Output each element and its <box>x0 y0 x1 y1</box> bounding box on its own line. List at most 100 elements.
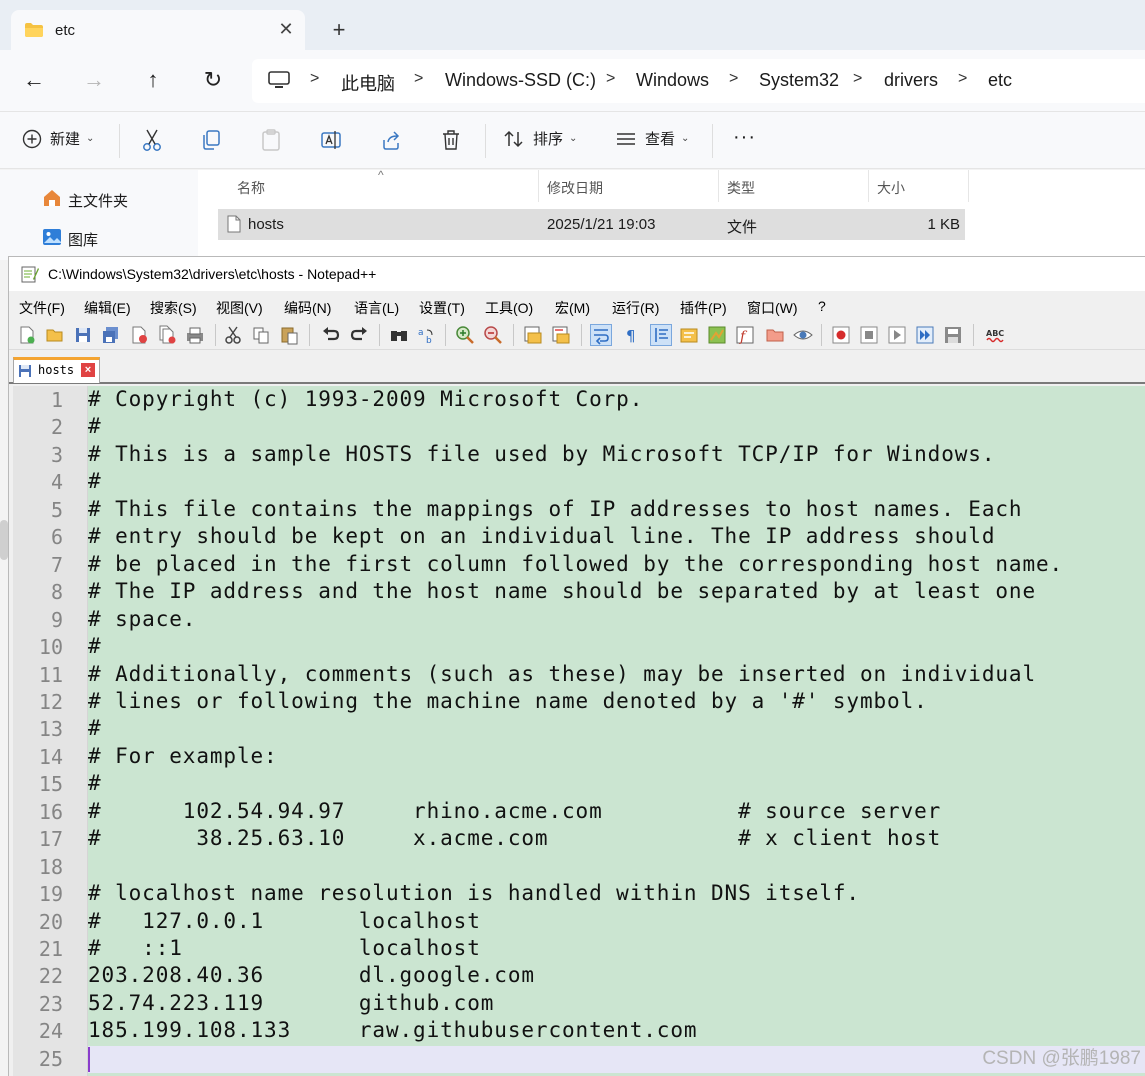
column-header-modified[interactable]: 修改日期 <box>547 178 603 198</box>
code-line[interactable]: # 38.25.63.10 x.acme.com # x client host <box>88 826 941 850</box>
menu-settings[interactable]: 设置(T) <box>419 298 465 318</box>
new-file-icon[interactable] <box>17 325 37 345</box>
save-macro-icon[interactable] <box>943 325 963 345</box>
code-line[interactable]: # <box>88 469 102 493</box>
record-macro-icon[interactable] <box>831 325 851 345</box>
paste-icon[interactable] <box>260 128 282 152</box>
cut-icon[interactable] <box>141 128 163 152</box>
code-line[interactable]: # 102.54.94.97 rhino.acme.com # source s… <box>88 799 941 823</box>
sort-button[interactable]: 排序 ⌄ <box>503 128 577 154</box>
find-icon[interactable] <box>389 325 409 345</box>
breadcrumb-this-pc[interactable]: 此电脑 <box>341 70 395 96</box>
delete-icon[interactable] <box>440 128 462 152</box>
menu-macro[interactable]: 宏(M) <box>555 298 590 318</box>
menu-help[interactable]: ? <box>818 298 826 314</box>
paste-icon[interactable] <box>279 325 299 345</box>
code-line[interactable]: # be placed in the first column followed… <box>88 552 1063 576</box>
new-button[interactable]: 新建 ⌄ <box>22 128 94 154</box>
stop-macro-icon[interactable] <box>859 325 879 345</box>
replace-icon[interactable]: ab <box>417 325 437 345</box>
breadcrumb-drivers[interactable]: drivers <box>884 70 938 91</box>
copy-icon[interactable] <box>251 325 271 345</box>
monitoring-eye-icon[interactable] <box>793 325 813 345</box>
undo-icon[interactable] <box>321 325 341 345</box>
refresh-icon[interactable]: ↻ <box>197 65 229 97</box>
redo-icon[interactable] <box>349 325 369 345</box>
code-line[interactable]: # entry should be kept on an individual … <box>88 524 995 548</box>
code-line[interactable]: # 127.0.0.1 localhost <box>88 909 481 933</box>
code-line[interactable]: # Copyright (c) 1993-2009 Microsoft Corp… <box>88 387 643 411</box>
back-arrow-icon[interactable]: ← <box>18 65 50 97</box>
indent-guide-icon[interactable] <box>650 324 672 346</box>
code-line[interactable]: # ::1 localhost <box>88 936 481 960</box>
user-defined-language-icon[interactable] <box>679 325 699 345</box>
close-all-icon[interactable] <box>157 325 177 345</box>
breadcrumb-system32[interactable]: System32 <box>759 70 839 91</box>
share-icon[interactable] <box>380 128 402 152</box>
run-macro-multiple-icon[interactable] <box>915 325 935 345</box>
forward-arrow-icon[interactable]: → <box>78 65 110 97</box>
menu-tools[interactable]: 工具(O) <box>485 298 533 318</box>
code-line[interactable]: # <box>88 634 102 658</box>
code-line[interactable]: # <box>88 716 102 740</box>
close-tab-icon[interactable]: ✕ <box>275 18 297 40</box>
column-header-size[interactable]: 大小 <box>877 178 905 198</box>
column-header-name[interactable]: 名称 <box>237 178 265 198</box>
document-tab-hosts[interactable]: hosts × <box>13 357 100 383</box>
save-icon[interactable] <box>73 325 93 345</box>
folder-workspace-icon[interactable] <box>765 325 785 345</box>
menu-search[interactable]: 搜索(S) <box>150 298 197 318</box>
address-bar[interactable]: > 此电脑 > Windows-SSD (C:) > Windows > Sys… <box>252 59 1145 103</box>
code-line[interactable]: # For example: <box>88 744 278 768</box>
sync-horizontal-icon[interactable] <box>551 325 571 345</box>
print-icon[interactable] <box>185 325 205 345</box>
close-tab-icon[interactable]: × <box>81 363 95 377</box>
text-editor[interactable]: 1 2 3 4 5 6 7 8 9 10 11 12 13 14 15 16 17 18 19 20 21 22 23 24 2… <box>13 386 1145 1076</box>
zoom-out-icon[interactable] <box>483 325 503 345</box>
up-arrow-icon[interactable]: ↑ <box>137 65 169 97</box>
code-line[interactable]: # Additionally, comments (such as these)… <box>88 662 1036 686</box>
code-line[interactable]: 52.74.223.119 github.com <box>88 991 494 1015</box>
menu-plugins[interactable]: 插件(P) <box>680 298 727 318</box>
sync-vertical-icon[interactable] <box>523 325 543 345</box>
menu-run[interactable]: 运行(R) <box>612 298 659 318</box>
open-file-icon[interactable] <box>45 325 65 345</box>
scrollbar-thumb[interactable] <box>0 520 8 560</box>
save-all-icon[interactable] <box>101 325 121 345</box>
menu-file[interactable]: 文件(F) <box>19 298 65 318</box>
copy-icon[interactable] <box>200 128 222 152</box>
cut-icon[interactable] <box>223 325 243 345</box>
breadcrumb-drive[interactable]: Windows-SSD (C:) <box>445 70 596 91</box>
breadcrumb-windows[interactable]: Windows <box>636 70 709 91</box>
function-list-icon[interactable]: f <box>735 325 755 345</box>
new-tab-button[interactable]: + <box>326 18 352 44</box>
column-header-type[interactable]: 类型 <box>727 178 755 198</box>
menu-language[interactable]: 语言(L) <box>354 298 399 318</box>
code-line[interactable]: # The IP address and the host name shoul… <box>88 579 1036 603</box>
more-options-button[interactable]: ··· <box>733 126 756 152</box>
close-file-icon[interactable] <box>129 325 149 345</box>
spell-check-icon[interactable]: ABC <box>985 325 1005 345</box>
code-line[interactable]: # <box>88 771 102 795</box>
code-line[interactable]: # This is a sample HOSTS file used by Mi… <box>88 442 995 466</box>
code-line[interactable]: # This file contains the mappings of IP … <box>88 497 1022 521</box>
explorer-tab[interactable]: etc ✕ <box>11 10 305 50</box>
code-line[interactable]: # lines or following the machine name de… <box>88 689 928 713</box>
menu-encoding[interactable]: 编码(N) <box>284 298 331 318</box>
code-line[interactable]: # space. <box>88 607 196 631</box>
code-line[interactable]: 185.199.108.133 raw.githubusercontent.co… <box>88 1018 697 1042</box>
zoom-in-icon[interactable] <box>455 325 475 345</box>
show-all-characters-icon[interactable]: ¶ <box>621 325 641 345</box>
menu-window[interactable]: 窗口(W) <box>747 298 798 318</box>
play-macro-icon[interactable] <box>887 325 907 345</box>
breadcrumb-etc[interactable]: etc <box>988 70 1012 91</box>
view-button[interactable]: 查看 ⌄ <box>615 128 689 154</box>
file-row[interactable]: hosts 2025/1/21 19:03 文件 1 KB <box>218 209 965 240</box>
rename-icon[interactable] <box>320 128 342 152</box>
menu-view[interactable]: 视图(V) <box>216 298 263 318</box>
menu-edit[interactable]: 编辑(E) <box>84 298 131 318</box>
word-wrap-icon[interactable] <box>590 324 612 346</box>
code-line[interactable]: # <box>88 414 102 438</box>
code-line[interactable]: 203.208.40.36 dl.google.com <box>88 963 535 987</box>
document-map-icon[interactable] <box>707 325 727 345</box>
